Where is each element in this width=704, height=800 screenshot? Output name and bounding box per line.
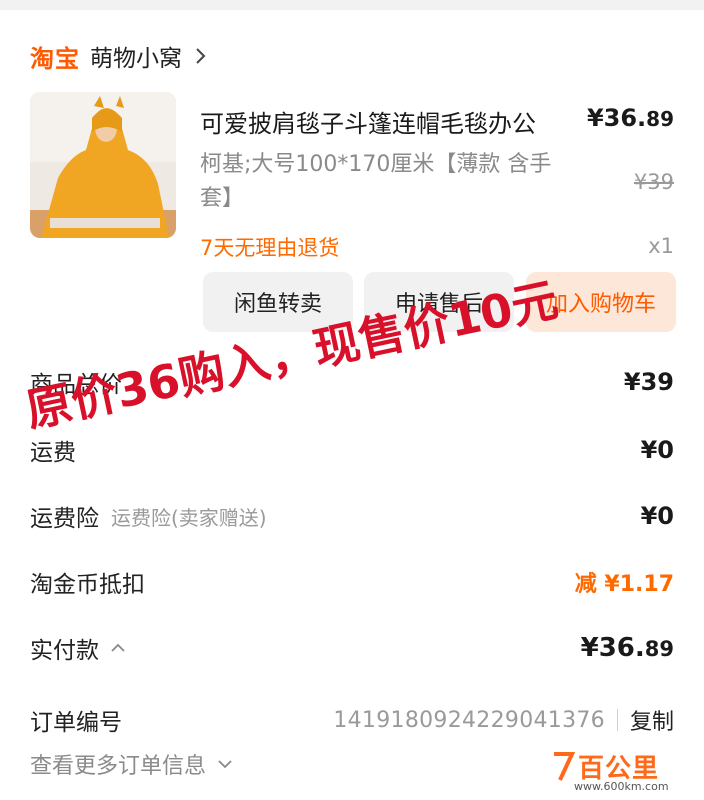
- return-policy: 7天无理由退货: [200, 236, 340, 260]
- chevron-up-icon[interactable]: [109, 639, 127, 657]
- order-number-row: 订单编号 1419180924229041376 复制: [30, 700, 674, 740]
- after-sale-button[interactable]: 申请售后: [364, 272, 514, 332]
- quantity: x1: [648, 234, 674, 258]
- insurance-sub: 运费险(卖家赠送): [111, 505, 267, 530]
- price-decimal: 89: [646, 107, 674, 131]
- divider: [616, 709, 618, 731]
- product-price: ¥36.89: [587, 104, 674, 132]
- coin-row: 淘金币抵扣 减 ¥1.17: [30, 562, 674, 602]
- order-number: 1419180924229041376: [333, 707, 605, 733]
- handwritten-price-annotation: 原价36购入，现售价10元: [21, 272, 562, 438]
- paid-decimal: 89: [644, 637, 674, 661]
- paid-row[interactable]: 实付款 ¥36.89: [30, 628, 674, 668]
- product-title[interactable]: 可爱披肩毯子斗篷连帽毛毯办公: [200, 104, 536, 139]
- shop-header[interactable]: 淘宝 萌物小窝: [30, 38, 210, 74]
- paid-label: 实付款: [30, 638, 99, 664]
- product-spec: 柯基;大号100*170厘米【薄款 含手套】: [200, 152, 552, 211]
- product-thumbnail[interactable]: [30, 92, 176, 238]
- original-price: ¥39: [633, 170, 674, 194]
- chevron-right-icon: [196, 48, 206, 64]
- more-order-info-label: 查看更多订单信息: [30, 754, 207, 779]
- insurance-row: 运费险 运费险(卖家赠送) ¥0: [30, 496, 674, 536]
- watermark-logo-icon: [554, 752, 576, 781]
- watermark-url: www.600km.com: [574, 780, 669, 793]
- coin-label: 淘金币抵扣: [30, 572, 145, 598]
- paid-main: ¥36.: [580, 633, 645, 663]
- copy-button[interactable]: 复制: [630, 704, 674, 736]
- insurance-label: 运费险: [30, 506, 99, 532]
- price-main: ¥36.: [586, 104, 647, 132]
- order-label: 订单编号: [30, 710, 122, 736]
- total-row: 商品总价 ¥39: [30, 362, 674, 402]
- top-status-strip: [0, 0, 704, 10]
- chevron-down-icon: [218, 760, 232, 769]
- paid-value: ¥36.89: [581, 633, 674, 663]
- resell-button[interactable]: 闲鱼转卖: [203, 272, 353, 332]
- total-label: 商品总价: [30, 372, 122, 398]
- blanket-photo: [30, 92, 176, 238]
- shipping-value: ¥0: [640, 436, 674, 464]
- add-to-cart-button[interactable]: 加入购物车: [526, 272, 676, 332]
- insurance-value: ¥0: [640, 502, 674, 530]
- more-order-info-link[interactable]: 查看更多订单信息: [30, 746, 234, 782]
- total-value: ¥39: [623, 368, 674, 396]
- site-watermark: 百公里 www.600km.com: [550, 748, 690, 796]
- coin-value: 减 ¥1.17: [574, 572, 674, 597]
- shop-name[interactable]: 萌物小窝: [90, 39, 182, 73]
- taobao-logo: 淘宝: [30, 44, 80, 73]
- shipping-row: 运费 ¥0: [30, 430, 674, 470]
- shipping-label: 运费: [30, 440, 76, 466]
